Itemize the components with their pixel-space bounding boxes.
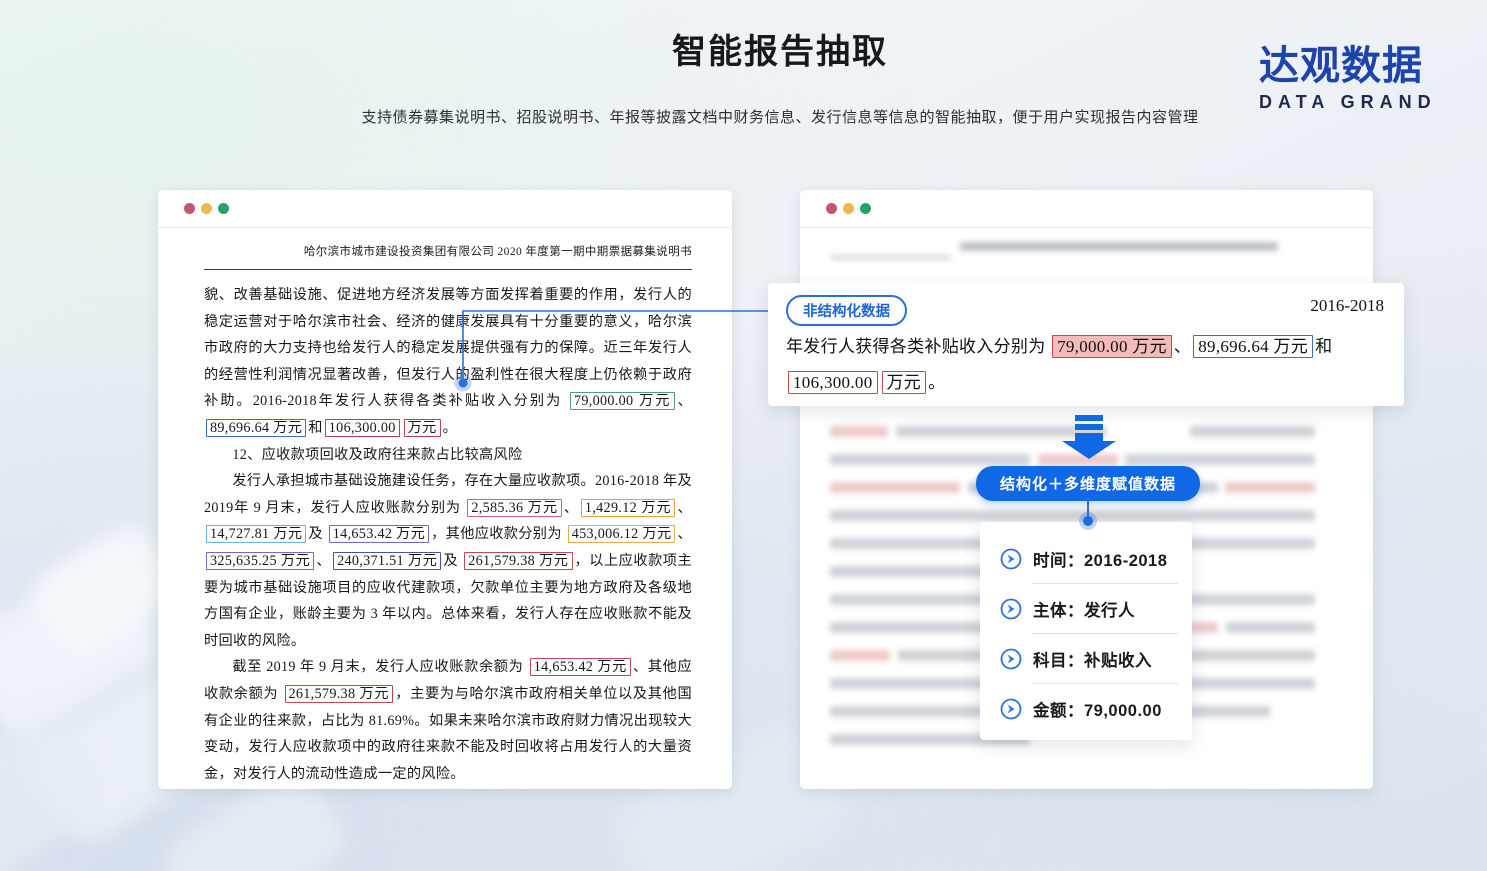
datagrand-logo: 达观数据 DATA GRAND — [1259, 44, 1439, 113]
redacted-text-line — [1226, 622, 1315, 633]
doc-text: 。 — [928, 373, 945, 392]
redacted-text-line — [830, 426, 888, 437]
doc-text: 、 — [1174, 337, 1191, 356]
field-label-value: 科目：补贴收入 — [1033, 647, 1152, 671]
doc-text: 、 — [677, 393, 692, 409]
unstructured-text: 年发行人获得各类补贴收入分别为 79,000.00 万元、89,696.64 万… — [786, 329, 1388, 401]
arrow-circle-icon — [1000, 698, 1022, 720]
extracted-value: 14,653.42 万元 — [329, 525, 429, 543]
redacted-text-line — [1125, 454, 1315, 465]
arrow-circle-icon — [1000, 598, 1022, 620]
document-header-title: 哈尔滨市城市建设投资集团有限公司 2020 年度第一期中期票据募集说明书 — [204, 243, 692, 270]
doc-text: 年发行人获得各类补贴收入分别为 — [786, 337, 1050, 356]
doc-text: 、 — [564, 500, 579, 516]
doc-paragraph: 貌、改善基础设施、促进地方经济发展等方面发挥着重要的作用，发行人的稳定运营对于哈… — [204, 282, 692, 442]
extracted-value: 240,371.51 万元 — [333, 552, 441, 570]
doc-text: ，其他应收款分别为 — [431, 526, 566, 542]
doc-paragraph: 发行人承担城市基础设施建设任务，存在大量应收款项。2016-2018 年及 20… — [204, 468, 692, 654]
extracted-value: 万元 — [882, 371, 927, 394]
extracted-value: 106,300.00 — [788, 371, 878, 394]
extracted-value: 89,696.64 万元 — [1193, 335, 1313, 358]
extracted-value: 2,585.36 万元 — [467, 499, 562, 517]
structured-field-row: 金额：79,000.00 — [1000, 684, 1178, 733]
logo-cn-text: 达观数据 — [1259, 44, 1439, 88]
window-titlebar — [158, 190, 732, 228]
doc-text: 和 — [308, 420, 323, 436]
structured-data-badge: 结构化＋多维度赋值数据 — [976, 466, 1200, 501]
extracted-value: 79,000.00 万元 — [1052, 335, 1172, 358]
extracted-value: 89,696.64 万元 — [206, 419, 306, 437]
redacted-text-line — [830, 510, 1315, 521]
extracted-value: 14,727.81 万元 — [206, 525, 306, 543]
extracted-value: 79,000.00 万元 — [570, 392, 676, 410]
arrow-down-icon — [1062, 415, 1116, 464]
structured-fields: 时间：2016-2018 主体：发行人科目：补贴收入金额：79,000.00 — [1000, 534, 1178, 733]
structured-field-row: 主体：发行人 — [1000, 584, 1178, 633]
extracted-value: 106,300.00 — [325, 419, 400, 437]
redacted-text-line — [830, 482, 960, 493]
extracted-value: 261,579.38 万元 — [285, 685, 394, 703]
unstructured-data-badge: 非结构化数据 — [786, 295, 907, 326]
extracted-value: 261,579.38 万元 — [464, 552, 572, 570]
redacted-text-line — [1190, 426, 1315, 437]
doc-text: 及 — [443, 553, 462, 569]
window-close-dot — [184, 203, 195, 214]
field-label-value: 金额：79,000.00 — [1033, 697, 1162, 721]
redacted-text-line — [830, 454, 1030, 465]
window-maximize-dot — [218, 203, 229, 214]
extracted-value: 14,653.42 万元 — [530, 658, 631, 676]
doc-text: 、 — [316, 553, 331, 569]
field-label-value: 主体：发行人 — [1033, 597, 1135, 621]
doc-text: 。 — [443, 420, 458, 436]
redacted-text-line — [830, 650, 890, 661]
window-minimize-dot — [201, 203, 212, 214]
source-document-window: 哈尔滨市城市建设投资集团有限公司 2020 年度第一期中期票据募集说明书 貌、改… — [158, 190, 732, 789]
doc-text: 和 — [1315, 337, 1332, 356]
doc-paragraph: 截至 2019 年 9 月末，发行人应收账款余额为 14,653.42 万元、其… — [204, 654, 692, 787]
extracted-value: 453,006.12 万元 — [568, 525, 676, 543]
doc-text: 截至 2019 年 9 月末，发行人应收账款余额为 — [232, 659, 527, 675]
extracted-value: 万元 — [404, 419, 441, 437]
doc-text: 、 — [677, 500, 692, 516]
unstructured-data-card: 非结构化数据 2016-2018 年发行人获得各类补贴收入分别为 79,000.… — [768, 283, 1404, 406]
logo-en-text: DATA GRAND — [1259, 92, 1439, 113]
doc-text: 12、应收款项回收及政府往来款占比较高风险 — [232, 447, 522, 463]
document-page: 哈尔滨市城市建设投资集团有限公司 2020 年度第一期中期票据募集说明书 貌、改… — [158, 228, 732, 787]
redacted-text-line — [1225, 482, 1315, 493]
field-label-value: 时间：2016-2018 — [1033, 547, 1167, 571]
extracted-value: 325,635.25 万元 — [206, 552, 314, 570]
doc-text: 及 — [308, 526, 326, 542]
redacted-text-line — [960, 242, 1278, 251]
redacted-text-line — [830, 255, 952, 260]
extracted-value: 1,429.12 万元 — [581, 499, 676, 517]
doc-text: 、 — [677, 526, 692, 542]
arrow-circle-icon — [1000, 548, 1022, 570]
doc-paragraph: 12、应收款项回收及政府往来款占比较高风险 — [204, 442, 692, 469]
doc-paragraphs: 貌、改善基础设施、促进地方经济发展等方面发挥着重要的作用，发行人的稳定运营对于哈… — [204, 282, 692, 787]
structured-field-row: 科目：补贴收入 — [1000, 634, 1178, 683]
structured-data-card: 时间：2016-2018 主体：发行人科目：补贴收入金额：79,000.00 — [980, 522, 1192, 740]
arrow-circle-icon — [1000, 648, 1022, 670]
structured-field-row: 时间：2016-2018 — [1000, 534, 1178, 583]
card-date-label: 2016-2018 — [1310, 296, 1384, 316]
